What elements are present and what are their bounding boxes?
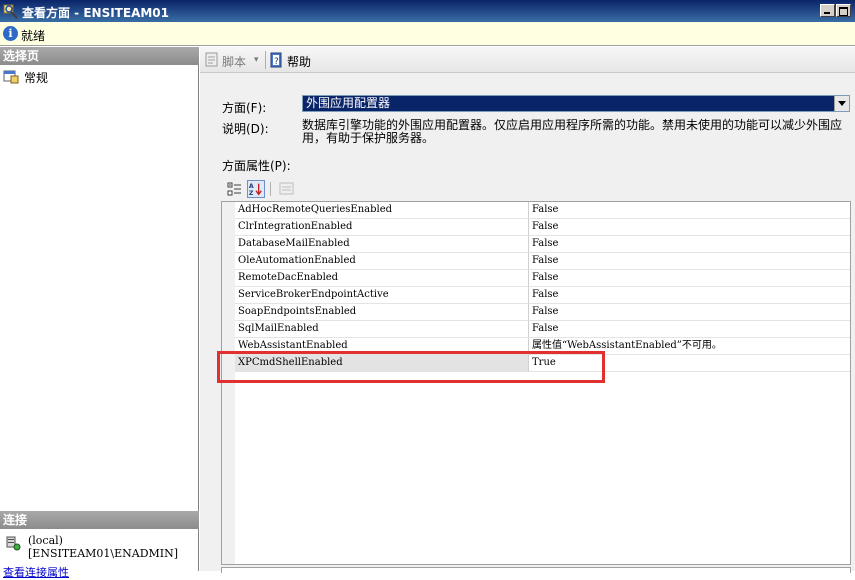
connection-server: (local) bbox=[28, 534, 63, 547]
left-pane: 选择页 常规 连接 (local) [ENSITEAM01\ENADMIN] 查… bbox=[0, 47, 199, 579]
property-value[interactable]: True bbox=[529, 355, 850, 372]
property-value[interactable]: False bbox=[529, 287, 850, 304]
categorized-icon[interactable] bbox=[226, 180, 244, 198]
dropdown-arrow-icon[interactable] bbox=[834, 96, 849, 111]
property-name[interactable]: OleAutomationEnabled bbox=[235, 253, 529, 270]
toolbar-separator bbox=[265, 51, 266, 69]
property-value[interactable]: False bbox=[529, 270, 850, 287]
table-row[interactable]: DatabaseMailEnabled False bbox=[222, 236, 850, 253]
alphabetical-sort-icon[interactable]: A Z bbox=[247, 180, 265, 198]
table-row[interactable]: AdHocRemoteQueriesEnabled False bbox=[222, 202, 850, 219]
right-pane: 脚本 ▾ ? 帮助 方面(F): 外围应用配置器 说明(D): 数据库引擎功能的… bbox=[200, 47, 855, 573]
property-grid-toolbar: A Z bbox=[224, 179, 299, 199]
server-connection-icon bbox=[6, 536, 21, 551]
property-value[interactable]: False bbox=[529, 202, 850, 219]
property-value[interactable]: False bbox=[529, 236, 850, 253]
help-label: 帮助 bbox=[287, 55, 312, 69]
property-value[interactable]: False bbox=[529, 253, 850, 270]
window-titlebar: 查看方面 - ENSITEAM01 bbox=[0, 0, 855, 22]
property-value[interactable]: False bbox=[529, 321, 850, 338]
toolbar: 脚本 ▾ ? 帮助 bbox=[200, 47, 855, 73]
facet-properties-label: 方面属性(P): bbox=[222, 159, 291, 173]
property-value[interactable]: False bbox=[529, 304, 850, 321]
table-row[interactable]: XPCmdShellEnabled True bbox=[222, 355, 850, 372]
property-name[interactable]: ClrIntegrationEnabled bbox=[235, 219, 529, 236]
property-name[interactable]: DatabaseMailEnabled bbox=[235, 236, 529, 253]
connection-user: [ENSITEAM01\ENADMIN] bbox=[28, 547, 179, 560]
status-bar: i 就绪 bbox=[0, 22, 855, 46]
toolbar-separator bbox=[270, 182, 271, 196]
property-name[interactable]: WebAssistantEnabled bbox=[235, 338, 529, 355]
property-name[interactable]: ServiceBrokerEndpointActive bbox=[235, 287, 529, 304]
script-label: 脚本 bbox=[222, 55, 247, 69]
property-name[interactable]: AdHocRemoteQueriesEnabled bbox=[235, 202, 529, 219]
maximize-button[interactable] bbox=[836, 4, 851, 17]
property-name[interactable]: SqlMailEnabled bbox=[235, 321, 529, 338]
script-dropdown-icon[interactable]: ▾ bbox=[254, 51, 264, 69]
svg-text:?: ? bbox=[274, 57, 279, 67]
select-page-header: 选择页 bbox=[0, 47, 199, 65]
property-pages-icon[interactable] bbox=[278, 180, 296, 198]
table-row[interactable]: ServiceBrokerEndpointActive False bbox=[222, 287, 850, 304]
window-title: 查看方面 - ENSITEAM01 bbox=[22, 6, 169, 20]
status-text: 就绪 bbox=[21, 29, 46, 43]
page-icon bbox=[3, 70, 19, 84]
table-row[interactable]: WebAssistantEnabled 属性值“WebAssistantEnabl… bbox=[222, 338, 850, 355]
property-description-panel bbox=[221, 567, 851, 573]
page-item-general[interactable]: 常规 bbox=[3, 68, 193, 86]
table-row[interactable]: OleAutomationEnabled False bbox=[222, 253, 850, 270]
property-name[interactable]: SoapEndpointsEnabled bbox=[235, 304, 529, 321]
svg-text:A: A bbox=[249, 183, 254, 190]
view-connection-properties-link[interactable]: 查看连接属性 bbox=[3, 564, 69, 580]
facet-dropdown[interactable]: 外围应用配置器 bbox=[302, 95, 850, 112]
connection-header: 连接 bbox=[0, 511, 199, 529]
facet-description: 数据库引擎功能的外围应用配置器。仅应启用应用程序所需的功能。禁用未使用的功能可以… bbox=[302, 118, 843, 145]
page-item-label: 常规 bbox=[24, 71, 49, 85]
table-row[interactable]: ClrIntegrationEnabled False bbox=[222, 219, 850, 236]
script-icon bbox=[205, 52, 218, 67]
facet-selected-value: 外围应用配置器 bbox=[306, 96, 391, 110]
table-row[interactable]: SqlMailEnabled False bbox=[222, 321, 850, 338]
facet-label: 方面(F): bbox=[222, 101, 267, 115]
help-icon: ? bbox=[270, 52, 282, 68]
facet-window-icon bbox=[3, 4, 18, 19]
table-row[interactable]: SoapEndpointsEnabled False bbox=[222, 304, 850, 321]
property-grid: AdHocRemoteQueriesEnabled False ClrIntegra… bbox=[221, 201, 851, 565]
table-row[interactable]: RemoteDacEnabled False bbox=[222, 270, 850, 287]
property-value[interactable]: 属性值“WebAssistantEnabled”不可用。 bbox=[529, 338, 850, 355]
minimize-button[interactable] bbox=[820, 4, 835, 17]
svg-text:Z: Z bbox=[249, 190, 254, 197]
property-name[interactable]: RemoteDacEnabled bbox=[235, 270, 529, 287]
info-icon: i bbox=[3, 26, 18, 41]
description-label: 说明(D): bbox=[222, 122, 269, 136]
property-name[interactable]: XPCmdShellEnabled bbox=[235, 355, 529, 372]
property-value[interactable]: False bbox=[529, 219, 850, 236]
